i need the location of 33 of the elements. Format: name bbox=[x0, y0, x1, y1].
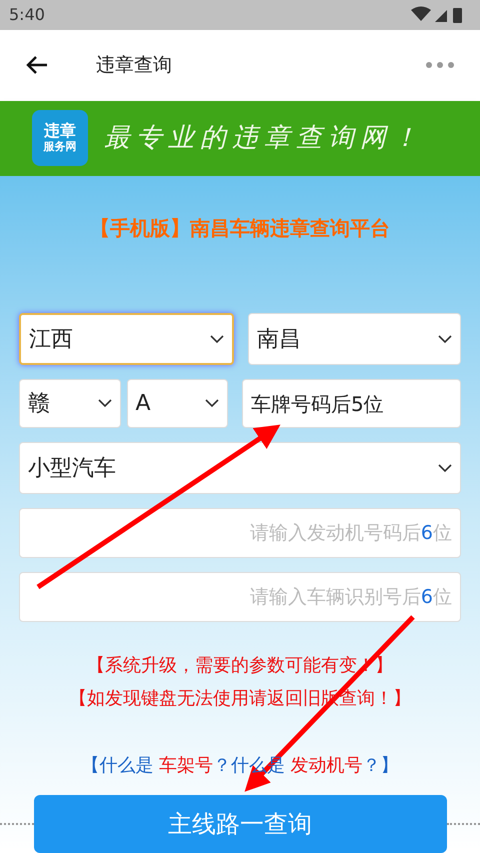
select-field[interactable]: 小型汽车 bbox=[19, 442, 461, 494]
select-field[interactable]: A bbox=[126, 379, 228, 428]
page-title: 【手机版】南昌车辆违章查询平台 bbox=[89, 215, 391, 242]
status-time: 5:40 bbox=[9, 4, 45, 26]
placeholder-text: 请输入发动机号码后6位 bbox=[250, 520, 452, 546]
select-value: 南昌 bbox=[257, 326, 301, 354]
help-text: ？】 bbox=[362, 754, 399, 778]
logo-text: 违章 bbox=[44, 122, 76, 140]
select-value: 江西 bbox=[29, 326, 73, 354]
more-icon[interactable] bbox=[425, 61, 455, 70]
chevron-down-icon bbox=[438, 464, 452, 473]
chevron-down-icon bbox=[98, 399, 112, 408]
select-field[interactable]: 江西 bbox=[19, 313, 234, 366]
placeholder-text: 请输入车辆识别号后6位 bbox=[250, 584, 452, 610]
logo-subtext: 服务网 bbox=[44, 140, 76, 154]
notice-text: 【系统升级，需要的参数可能有变！】 bbox=[87, 654, 393, 678]
app-bar-title: 违章查询 bbox=[96, 53, 172, 78]
slogan: 最专业的违章查询网！ bbox=[104, 122, 424, 155]
chevron-down-icon bbox=[210, 334, 224, 344]
help-text: 【什么是 bbox=[81, 754, 154, 778]
input-field[interactable]: 请输入车辆识别号后6位 bbox=[19, 572, 461, 622]
select-value: 赣 bbox=[28, 390, 50, 418]
plate-number-field[interactable]: 车牌号码后5位 bbox=[242, 379, 461, 428]
input-field[interactable]: 请输入发动机号码后6位 bbox=[19, 508, 461, 558]
help-link[interactable]: 发动机号 bbox=[290, 752, 363, 780]
chevron-down-icon bbox=[438, 334, 452, 344]
help-link[interactable]: 车架号 bbox=[159, 752, 213, 780]
select-field[interactable]: 赣 bbox=[19, 379, 120, 428]
select-value: A bbox=[136, 390, 151, 418]
back-arrow-icon[interactable] bbox=[25, 55, 49, 76]
chevron-down-icon bbox=[205, 399, 219, 408]
select-field[interactable]: 南昌 bbox=[248, 313, 461, 366]
select-value: 小型汽车 bbox=[28, 454, 116, 483]
